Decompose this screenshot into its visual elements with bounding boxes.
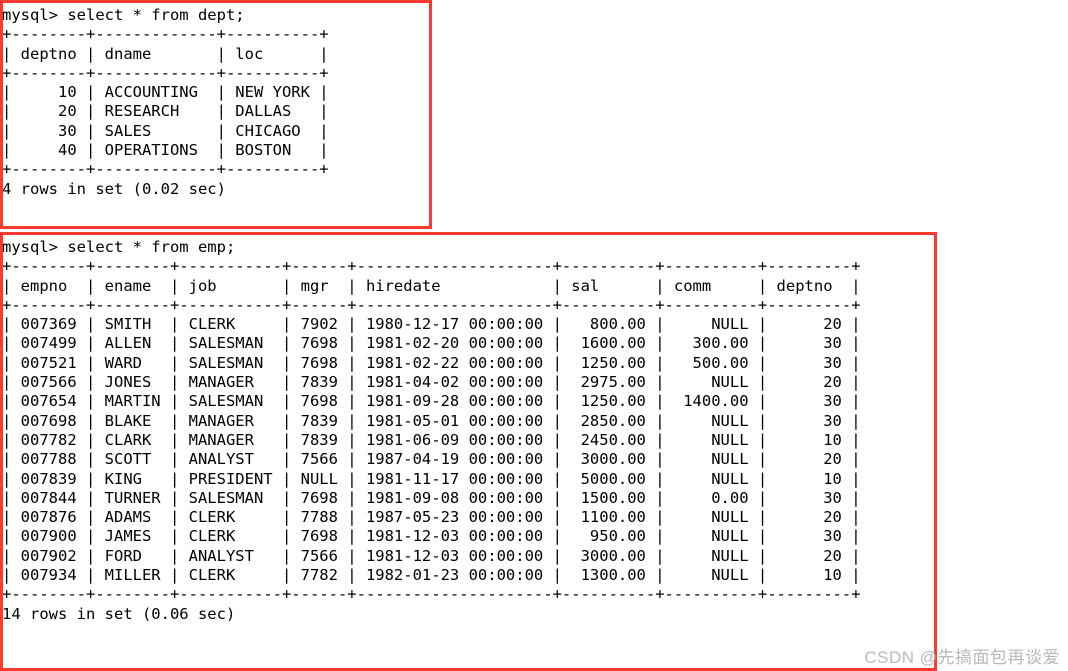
dept-query-output: mysql> select * from dept; +--------+---… xyxy=(2,6,329,198)
emp-query-output: mysql> select * from emp; +--------+----… xyxy=(2,238,861,623)
csdn-watermark: CSDN @先搞面包再谈爱 xyxy=(864,648,1060,667)
